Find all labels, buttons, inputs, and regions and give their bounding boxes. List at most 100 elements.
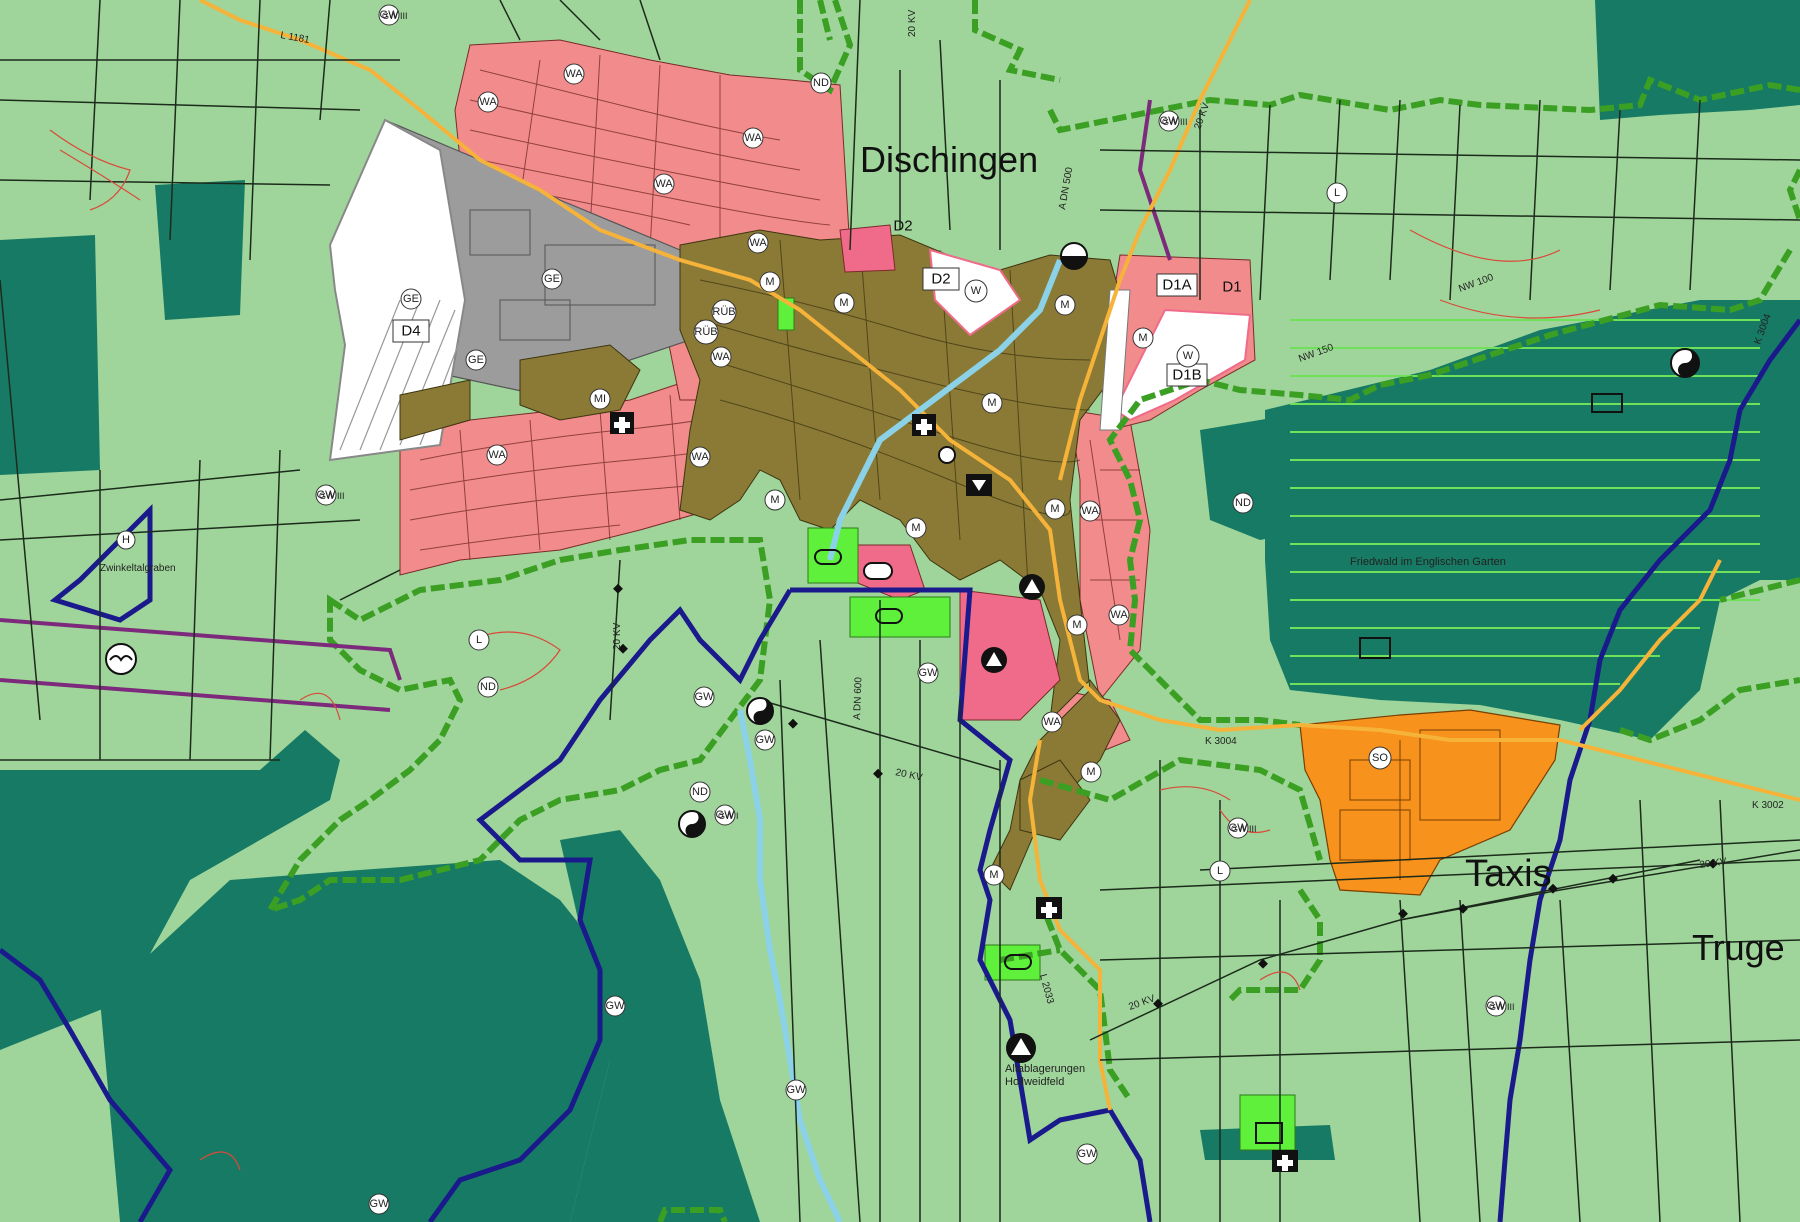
symbol-gw-13-label: GW bbox=[370, 1198, 390, 1210]
symbol-wa-4-label: WA bbox=[655, 178, 673, 190]
half-circle-icon[interactable] bbox=[1060, 242, 1088, 270]
symbol-wa-10-label: WA bbox=[1110, 609, 1128, 621]
hospital-cross-icon[interactable] bbox=[610, 412, 634, 434]
symbol-nd-3-label: ND bbox=[480, 681, 496, 693]
symbol-m-10-label: M bbox=[1086, 766, 1095, 778]
symbol-m-7-label: M bbox=[911, 522, 920, 534]
symbol-ge-1[interactable]: GE bbox=[541, 268, 563, 290]
yin-yang-icon[interactable] bbox=[1670, 348, 1700, 378]
symbol-wa-9-label: WA bbox=[1081, 505, 1099, 517]
symbol-m-5[interactable]: M bbox=[981, 392, 1003, 414]
symbol-wa-8[interactable]: WA bbox=[689, 446, 711, 468]
symbol-m-5-label: M bbox=[987, 397, 996, 409]
symbol-gw-13[interactable]: GW bbox=[368, 1193, 390, 1215]
road-label-adn600: A DN 600 bbox=[852, 677, 865, 721]
symbol-gw-10-label: GW bbox=[606, 1000, 626, 1012]
symbol-gw-4[interactable]: GW bbox=[693, 686, 715, 708]
symbol-m-1[interactable]: M bbox=[759, 271, 781, 293]
down-triangle-icon[interactable] bbox=[966, 474, 992, 496]
symbol-wa-3[interactable]: WA bbox=[742, 127, 764, 149]
symbol-m-2[interactable]: M bbox=[833, 292, 855, 314]
hospital-cross-icon-3[interactable] bbox=[1036, 897, 1062, 919]
symbol-rub-2[interactable]: RÜB bbox=[693, 319, 719, 345]
symbol-m-4-label: M bbox=[1138, 332, 1147, 344]
symbol-wa-9[interactable]: WA bbox=[1079, 500, 1101, 522]
symbol-gw-5[interactable]: GW bbox=[754, 729, 776, 751]
symbol-gw-11[interactable]: GW bbox=[785, 1079, 807, 1101]
hospital-cross-icon-4[interactable] bbox=[1272, 1150, 1298, 1172]
symbol-m-11-label: M bbox=[989, 869, 998, 881]
symbol-rub-1[interactable]: RÜB bbox=[711, 299, 737, 325]
symbol-l-2[interactable]: L bbox=[468, 629, 490, 651]
symbol-wa-5[interactable]: WA bbox=[747, 232, 769, 254]
symbol-nd-1-label: ND bbox=[813, 77, 829, 89]
small-dot-icon[interactable] bbox=[938, 446, 956, 464]
symbol-ge-2-label: GE bbox=[403, 293, 419, 305]
symbol-ge-2[interactable]: GE bbox=[400, 288, 422, 310]
symbol-nd-2[interactable]: ND bbox=[1232, 492, 1254, 514]
symbol-l-1[interactable]: L bbox=[1326, 182, 1348, 204]
symbol-wa-1[interactable]: WA bbox=[563, 63, 585, 85]
symbol-m-2-label: M bbox=[839, 297, 848, 309]
symbol-nd-4-label: ND bbox=[692, 786, 708, 798]
symbol-m-7[interactable]: M bbox=[905, 517, 927, 539]
symbol-m-1-label: M bbox=[765, 276, 774, 288]
symbol-so[interactable]: SO bbox=[1368, 746, 1392, 770]
symbol-so-label: SO bbox=[1372, 752, 1388, 764]
symbol-l-1-label: L bbox=[1334, 187, 1340, 199]
symbol-ge-1-label: GE bbox=[544, 273, 560, 285]
sports-field-icon[interactable] bbox=[863, 562, 893, 580]
symbol-w-1[interactable]: W bbox=[964, 279, 988, 303]
gw3-text-5: GW III bbox=[1489, 1002, 1515, 1012]
symbol-nd-3[interactable]: ND bbox=[477, 676, 499, 698]
zone-box-d2[interactable]: D2 bbox=[922, 267, 960, 291]
symbol-gw-12[interactable]: GW bbox=[1076, 1143, 1098, 1165]
symbol-m-3[interactable]: M bbox=[1054, 294, 1076, 316]
gw3-text-3: GW III bbox=[319, 491, 345, 501]
symbol-wa-11[interactable]: WA bbox=[1041, 711, 1063, 733]
symbol-m-9[interactable]: M bbox=[1066, 614, 1088, 636]
symbol-wa-7[interactable]: WA bbox=[486, 444, 508, 466]
symbol-gw-6-label: GW bbox=[919, 667, 939, 679]
symbol-mi-1-label: MI bbox=[594, 393, 606, 405]
zone-box-d4[interactable]: D4 bbox=[392, 319, 430, 343]
road-label-k3002: K 3002 bbox=[1752, 800, 1784, 811]
symbol-rub-2-label: RÜB bbox=[694, 326, 717, 338]
gw3-text-4: GW III bbox=[1231, 824, 1257, 834]
symbol-mi-1[interactable]: MI bbox=[589, 388, 611, 410]
symbol-m-11[interactable]: M bbox=[983, 864, 1005, 886]
symbol-m-10[interactable]: M bbox=[1080, 761, 1102, 783]
symbol-nd-1[interactable]: ND bbox=[810, 72, 832, 94]
symbol-h[interactable]: H bbox=[116, 530, 136, 550]
triangle-icon[interactable] bbox=[1019, 574, 1045, 600]
symbol-wa-8-label: WA bbox=[691, 451, 709, 463]
altablagerungen-triangle-icon[interactable] bbox=[1006, 1033, 1036, 1063]
symbol-wa-6[interactable]: WA bbox=[710, 346, 732, 368]
symbol-ge-3[interactable]: GE bbox=[465, 349, 487, 371]
symbol-m-4[interactable]: M bbox=[1132, 327, 1154, 349]
yin-yang-icon-2[interactable] bbox=[746, 697, 774, 725]
symbol-wa-6-label: WA bbox=[712, 351, 730, 363]
bird-icon[interactable] bbox=[105, 643, 137, 675]
gw1-text-1: GW I bbox=[718, 811, 739, 821]
symbol-m-8[interactable]: M bbox=[1044, 498, 1066, 520]
land-use-map[interactable]: Dischingen Taxis Truge Friedwald im Engl… bbox=[0, 0, 1800, 1222]
symbol-wa-2[interactable]: WA bbox=[477, 91, 499, 113]
symbol-wa-4[interactable]: WA bbox=[653, 173, 675, 195]
zone-box-d1a[interactable]: D1A bbox=[1156, 273, 1198, 297]
symbol-rub-1-label: RÜB bbox=[712, 306, 735, 318]
symbol-wa-7-label: WA bbox=[488, 449, 506, 461]
yin-yang-icon-3[interactable] bbox=[678, 810, 706, 838]
symbol-m-6[interactable]: M bbox=[764, 489, 786, 511]
zone-label-d1: D1 bbox=[1222, 279, 1241, 296]
hospital-cross-icon-2[interactable] bbox=[912, 414, 936, 436]
symbol-gw-11-label: GW bbox=[787, 1084, 807, 1096]
symbol-gw-5-label: GW bbox=[756, 734, 776, 746]
triangle-icon-2[interactable] bbox=[981, 647, 1007, 673]
symbol-wa-10[interactable]: WA bbox=[1108, 604, 1130, 626]
symbol-gw-10[interactable]: GW bbox=[604, 995, 626, 1017]
symbol-gw-6[interactable]: GW bbox=[917, 662, 939, 684]
symbol-w-2[interactable]: W bbox=[1176, 344, 1200, 368]
symbol-l-3[interactable]: L bbox=[1209, 860, 1231, 882]
symbol-nd-4[interactable]: ND bbox=[689, 781, 711, 803]
